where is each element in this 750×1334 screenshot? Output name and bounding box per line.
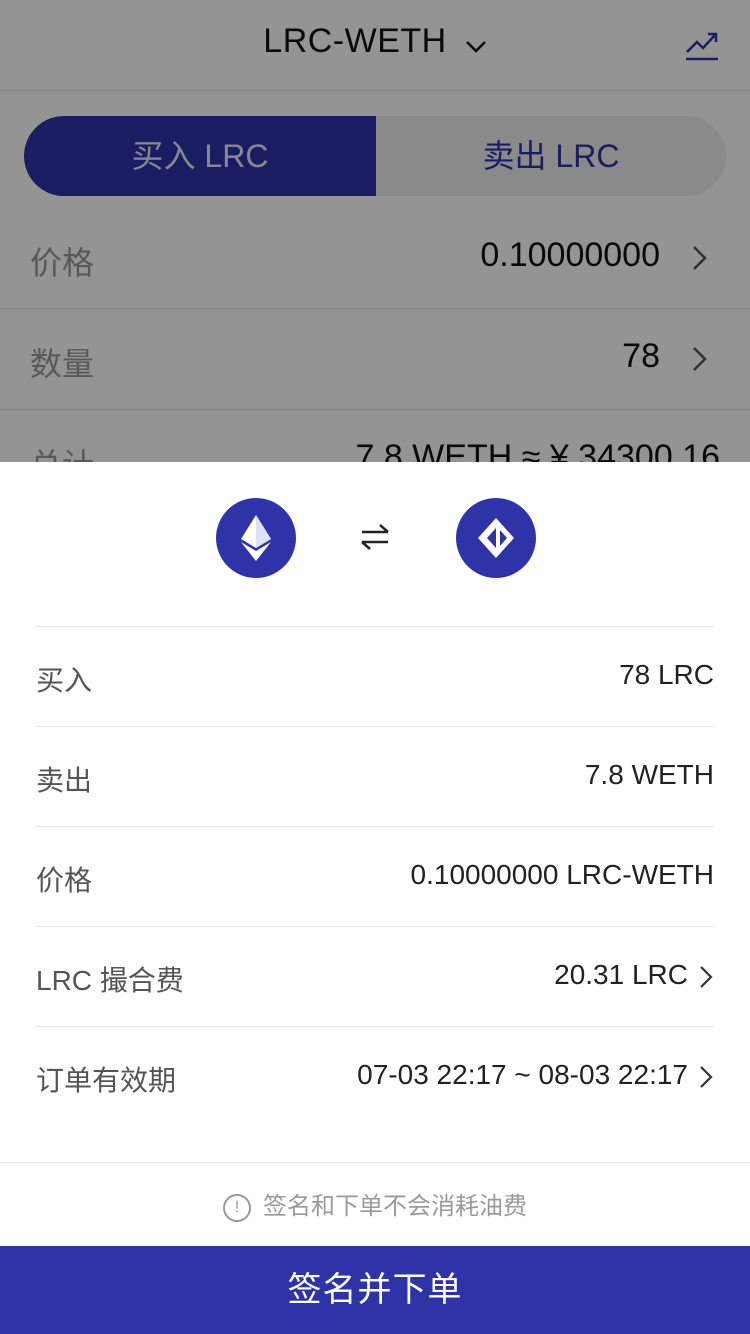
chevron-right-icon xyxy=(700,966,713,988)
buy-value: 78 LRC xyxy=(619,659,714,690)
fee-value: 20.31 LRC xyxy=(554,959,688,990)
gas-notice: ! 签名和下单不会消耗油费 xyxy=(0,1186,750,1222)
detail-row-price: 价格 0.10000000 LRC-WETH xyxy=(36,826,714,927)
sell-label: 卖出 xyxy=(36,765,93,796)
detail-row-sell: 卖出 7.8 WETH xyxy=(36,726,714,827)
gas-notice-text: 签名和下单不会消耗油费 xyxy=(263,1193,527,1220)
modal-backdrop[interactable] xyxy=(0,0,750,462)
ethereum-icon xyxy=(216,498,296,578)
chevron-right-icon xyxy=(700,1066,713,1088)
divider xyxy=(0,1162,750,1163)
sell-value: 7.8 WETH xyxy=(584,759,714,790)
detail-row-fee[interactable]: LRC 撮合费 20.31 LRC xyxy=(36,926,714,1027)
info-icon: ! xyxy=(223,1193,251,1222)
buy-label: 买入 xyxy=(36,665,93,696)
fee-label: LRC 撮合费 xyxy=(36,965,184,996)
validity-label: 订单有效期 xyxy=(36,1065,177,1096)
detail-row-buy: 买入 78 LRC xyxy=(36,626,714,727)
validity-value: 07-03 22:17 ~ 08-03 22:17 xyxy=(357,1059,688,1090)
swap-arrows-icon xyxy=(361,524,389,550)
order-confirm-sheet: 买入 78 LRC 卖出 7.8 WETH 价格 0.10000000 LRC-… xyxy=(0,462,750,1334)
sign-and-submit-button[interactable]: 签名并下单 xyxy=(0,1246,750,1334)
price-label: 价格 xyxy=(36,865,93,896)
detail-row-validity[interactable]: 订单有效期 07-03 22:17 ~ 08-03 22:17 xyxy=(36,1026,714,1127)
price-value: 0.10000000 LRC-WETH xyxy=(410,859,714,890)
loopring-icon xyxy=(456,498,536,578)
